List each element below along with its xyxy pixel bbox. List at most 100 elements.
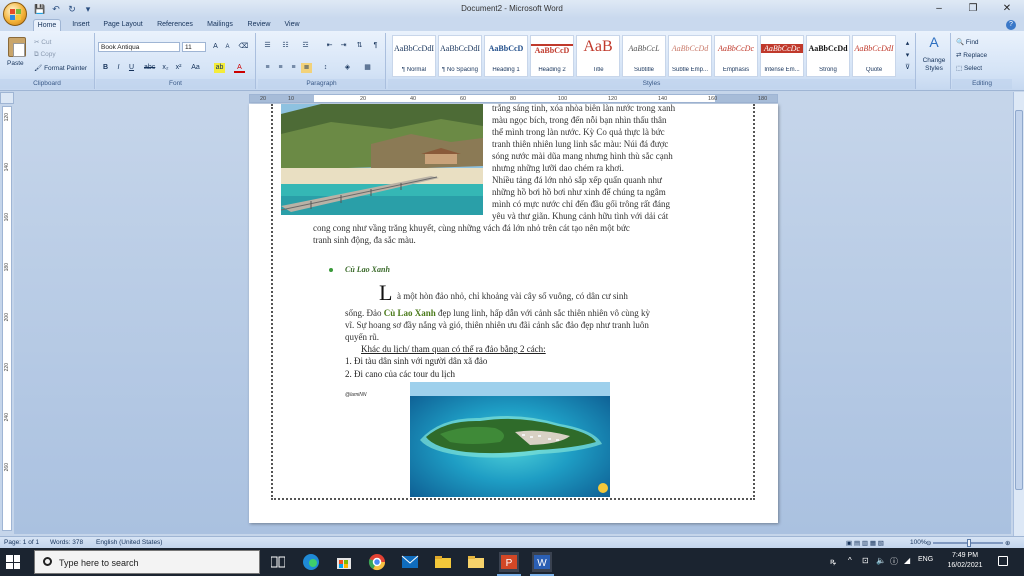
windows-start-icon[interactable] — [6, 555, 20, 569]
powerpoint-icon[interactable]: P — [499, 552, 519, 572]
task-view-icon[interactable] — [268, 552, 288, 572]
font-size-combo[interactable]: 11 — [182, 42, 206, 52]
style-title[interactable]: AaB Title — [576, 35, 620, 77]
styles-scroll-up-icon[interactable]: ▴ — [902, 39, 913, 49]
style-subtle-emphasis[interactable]: AaBbCcDd Subtle Emp... — [668, 35, 712, 77]
tab-review[interactable]: Review — [244, 19, 274, 31]
grow-font-icon[interactable]: A — [210, 42, 221, 52]
travel-methods-heading[interactable]: Khác du lịch/ tham quan có thể ra đảo bằ… — [361, 344, 546, 354]
drop-cap[interactable]: L — [379, 282, 392, 304]
word-icon[interactable]: W — [532, 552, 552, 572]
zoom-level[interactable]: 100% — [910, 539, 927, 546]
align-center-icon[interactable]: ≡ — [275, 63, 286, 73]
style-emphasis[interactable]: AaBbCcDc Emphasis — [714, 35, 758, 77]
font-name-combo[interactable]: Book Antiqua — [98, 42, 180, 52]
language-indicator[interactable]: English (United States) — [96, 539, 162, 546]
style-normal[interactable]: AaBbCcDdI ¶ Normal — [392, 35, 436, 77]
change-styles-button[interactable]: Change Styles — [919, 57, 949, 73]
tab-selector[interactable] — [0, 92, 14, 104]
zoom-out-icon[interactable]: ⊖ — [926, 539, 931, 547]
view-buttons[interactable]: ▣ ▤ ▥ ▦ ▧ — [846, 539, 884, 547]
language-indicator-taskbar[interactable]: ENG — [918, 556, 933, 563]
style-intense-emphasis[interactable]: AaBbCcDc Intense Em... — [760, 35, 804, 77]
increase-indent-icon[interactable]: ⇥ — [338, 41, 349, 51]
taskbar-search[interactable]: Type here to search — [34, 550, 260, 574]
highlight-icon[interactable]: ab — [214, 63, 225, 73]
shading-icon[interactable]: ◈ — [342, 63, 353, 73]
close-button[interactable]: ✕ — [990, 0, 1024, 18]
minimize-button[interactable]: – — [922, 0, 956, 18]
bold-icon[interactable]: B — [100, 63, 111, 73]
list-item[interactable]: 1. Đi tàu dân sinh với người dân xã đảo — [345, 356, 487, 366]
numbering-icon[interactable]: ☷ — [280, 41, 291, 51]
find-button[interactable]: 🔍 Find — [956, 38, 979, 46]
folder-icon[interactable] — [466, 552, 486, 572]
bullets-icon[interactable]: ☰ — [262, 41, 273, 51]
list-item[interactable]: 2. Đi cano của các tour du lịch — [345, 369, 455, 379]
line-spacing-icon[interactable]: ↕ — [320, 63, 331, 73]
paragraph-cu-lao-first-line[interactable]: à một hòn đảo nhỏ, chỉ khoảng vài cây số… — [397, 290, 714, 302]
style-quote[interactable]: AaBbCcDdI Quote — [852, 35, 896, 77]
select-button[interactable]: ⬚ Select — [956, 64, 982, 72]
show-marks-icon[interactable]: ¶ — [370, 41, 381, 51]
paste-button[interactable]: Paste — [7, 60, 24, 67]
restore-button[interactable]: ❐ — [956, 0, 990, 18]
tab-page-layout[interactable]: Page Layout — [100, 19, 146, 31]
underline-icon[interactable]: U — [126, 63, 137, 73]
sort-icon[interactable]: ⇅ — [354, 41, 365, 51]
people-icon[interactable]: ꝶ — [830, 556, 836, 567]
styles-scroll-down-icon[interactable]: ▾ — [902, 51, 913, 61]
vertical-scrollbar[interactable] — [1013, 92, 1024, 536]
superscript-icon[interactable]: x² — [173, 63, 184, 73]
clear-format-icon[interactable]: ⌫ — [238, 42, 249, 52]
strikethrough-icon[interactable]: abc — [144, 63, 155, 73]
tab-references[interactable]: References — [153, 19, 197, 31]
paste-icon[interactable] — [8, 37, 26, 57]
bullet-title-cu-lao-xanh[interactable]: Cù Lao Xanh — [345, 265, 390, 274]
cu-lao-xanh-photo[interactable] — [410, 382, 610, 497]
notification-icon[interactable] — [998, 556, 1008, 566]
zoom-in-icon[interactable]: ⊕ — [1005, 539, 1010, 547]
cut-button[interactable]: ✂ Cut — [34, 38, 51, 46]
network-icon[interactable]: ⊡ — [862, 556, 869, 565]
style-no-spacing[interactable]: AaBbCcDdI ¶ No Spacing — [438, 35, 482, 77]
change-case-icon[interactable]: Aa — [190, 63, 201, 73]
chrome-icon[interactable] — [367, 552, 387, 572]
input-method-icon[interactable]: ⓘ — [890, 556, 898, 567]
style-heading-1[interactable]: AaBbCcD Heading 1 — [484, 35, 528, 77]
style-strong[interactable]: AaBbCcDd Strong — [806, 35, 850, 77]
volume-icon[interactable]: 🔈 — [876, 556, 886, 565]
subscript-icon[interactable]: x₂ — [160, 63, 171, 73]
wifi-icon[interactable]: ◢ — [904, 556, 910, 565]
decrease-indent-icon[interactable]: ⇤ — [324, 41, 335, 51]
justify-icon[interactable]: ≣ — [301, 63, 312, 73]
paragraph-ky-co-right[interactable]: trắng sáng tinh, xóa nhòa biên làn nước … — [492, 102, 714, 222]
word-count[interactable]: Words: 378 — [50, 539, 83, 546]
change-styles-icon[interactable]: A — [925, 35, 943, 53]
help-icon[interactable]: ? — [1006, 20, 1016, 30]
zoom-slider-knob[interactable] — [967, 539, 971, 547]
mail-icon[interactable] — [400, 552, 420, 572]
store-icon[interactable] — [334, 552, 354, 572]
tab-mailings[interactable]: Mailings — [202, 19, 238, 31]
edge-icon[interactable] — [301, 552, 321, 572]
replace-button[interactable]: ⇄ Replace — [956, 51, 987, 59]
borders-icon[interactable]: ▦ — [362, 63, 373, 73]
tab-insert[interactable]: Insert — [66, 19, 96, 31]
document-page[interactable]: trắng sáng tinh, xóa nhòa biên làn nước … — [249, 102, 778, 523]
tab-home[interactable]: Home — [33, 19, 61, 31]
vertical-ruler[interactable]: 120 140 160 180 200 220 240 260 — [2, 106, 12, 531]
italic-icon[interactable]: I — [113, 63, 124, 73]
explorer-icon[interactable] — [433, 552, 453, 572]
multilevel-list-icon[interactable]: ☲ — [300, 41, 311, 51]
styles-more-icon[interactable]: ⊽ — [902, 63, 913, 73]
office-button[interactable] — [3, 2, 27, 26]
align-right-icon[interactable]: ≡ — [288, 63, 299, 73]
paragraph-ky-co-full[interactable]: cong cong như vầng trăng khuyết, cùng nh… — [313, 222, 714, 246]
format-painter-button[interactable]: 🖌 Format Painter — [34, 64, 87, 72]
style-heading-2[interactable]: AaBbCcD Heading 2 — [530, 35, 574, 77]
font-color-icon[interactable]: A — [234, 63, 245, 73]
taskbar-clock[interactable]: 7:49 PM 16/02/2021 — [941, 551, 989, 571]
tray-expand-icon[interactable]: ^ — [848, 556, 852, 565]
copy-button[interactable]: ⧉ Copy — [34, 51, 56, 59]
